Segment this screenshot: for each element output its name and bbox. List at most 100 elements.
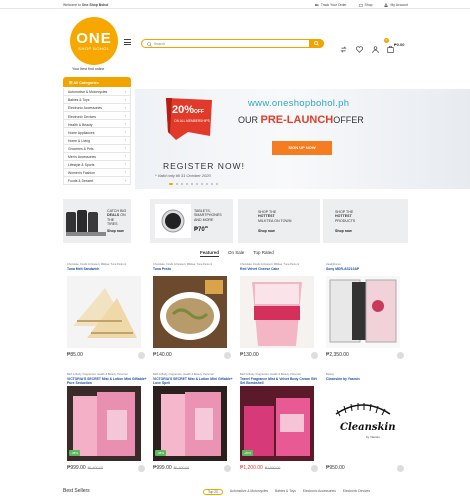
product-price: ₱130.00 — [240, 352, 259, 358]
cart-count-badge: 0 — [384, 38, 389, 43]
menu-icon[interactable] — [124, 39, 131, 45]
site-logo[interactable]: ONE SHOP BOHOL — [70, 17, 118, 65]
add-to-cart-icon[interactable] — [311, 352, 318, 359]
category-item[interactable]: Women's Fashion — [63, 168, 131, 178]
product-name[interactable]: Travel Fragrance Mist & Velvet Body Crea… — [240, 377, 320, 386]
hero-banner[interactable]: 20%OFF ON ALL MEMBERSHIPS REGISTER NOW! … — [135, 89, 470, 189]
shop-now-link[interactable]: Shop now — [107, 229, 124, 233]
add-to-cart-icon[interactable] — [138, 465, 145, 472]
product-price: ₱950.00 — [326, 465, 345, 471]
discount-value: 20%OFF — [172, 104, 205, 116]
product-name[interactable]: Red Velvet Cheese Cake — [240, 267, 320, 276]
category-item[interactable]: Lifestyle & Sports — [63, 160, 131, 169]
product-image[interactable] — [326, 276, 400, 348]
bag-icon — [358, 3, 363, 7]
tagline: Your best find online — [72, 67, 105, 71]
category-item[interactable]: Electronic Accessories — [63, 104, 131, 113]
product-name[interactable]: Tuna Pesto — [153, 267, 233, 276]
product-card[interactable]: Chocolate, Foods & Dessert, Milktea, Tun… — [153, 263, 233, 359]
tab-featured[interactable]: Featured — [200, 250, 220, 257]
truck-icon — [314, 3, 319, 6]
shop-link[interactable]: Shop — [358, 3, 372, 7]
my-account-link[interactable]: My Account — [384, 3, 408, 7]
category-item[interactable]: Groceries & Pets — [63, 144, 131, 153]
all-categories-header[interactable]: ☰ All Categories — [63, 77, 131, 87]
product-price: ₱2,350.00 — [326, 352, 349, 358]
category-item[interactable]: Home Appliances — [63, 128, 131, 137]
product-image[interactable]: -38% — [153, 386, 227, 461]
tab-babies-toys[interactable]: Babies & Toys — [275, 489, 296, 495]
product-name[interactable]: Cleanskin by Yasmin — [326, 377, 406, 386]
category-list: Automotive & Motorcycles Babies & Toys E… — [63, 88, 131, 186]
product-price: ₱85.00 — [67, 352, 83, 358]
product-price: ₱999.00 ₱1,600.00 — [67, 465, 104, 471]
add-to-cart-icon[interactable] — [397, 352, 404, 359]
promo-hottest[interactable]: SHOP THE HOTTEST PRODUCTS Shop now — [323, 199, 408, 243]
add-to-cart-icon[interactable] — [224, 352, 231, 359]
category-item[interactable]: Automotive & Motorcycles — [63, 88, 131, 97]
category-item[interactable]: Foods & Dessert — [63, 177, 131, 186]
add-to-cart-icon[interactable] — [397, 465, 404, 472]
product-price: ₱140.00 — [153, 352, 172, 358]
best-sellers-tabs: Top 20 Automotive & Motorcycles Babies &… — [203, 489, 370, 495]
site-url: www.oneshopbohol.ph — [248, 98, 350, 109]
add-to-cart-icon[interactable] — [224, 465, 231, 472]
product-image[interactable]: -20% — [240, 386, 314, 461]
product-card[interactable]: Bath & Body, Fragrances, Health & Beauty… — [67, 373, 147, 472]
search-bar[interactable]: Search — [141, 39, 324, 48]
valid-until-text: * Valid only till 31 October 2020 — [155, 173, 211, 178]
prelaunch-heading: OUR PRE-LAUNCHOFFER — [238, 114, 364, 126]
product-image[interactable] — [240, 276, 314, 348]
search-icon — [147, 41, 152, 47]
smartwatch-image — [155, 204, 191, 238]
category-item[interactable]: Home & Living — [63, 136, 131, 145]
category-item[interactable]: Health & Beauty — [63, 120, 131, 129]
product-card[interactable]: Bath & Body, Fragrances, Health & Beauty… — [240, 373, 320, 472]
category-item[interactable]: Babies & Toys — [63, 96, 131, 105]
tab-electronic-devices[interactable]: Electronic Devices — [343, 489, 370, 495]
product-card[interactable]: Chocolate, Foods & Dessert, Milktea, Tun… — [240, 263, 320, 359]
search-input[interactable]: Search — [154, 42, 165, 46]
add-to-cart-icon[interactable] — [311, 465, 318, 472]
product-name[interactable]: Sony MDR-AS210AP — [326, 267, 406, 276]
product-name[interactable]: VICTORIA'S SECRET Mist & Lotion Mini Gif… — [67, 377, 147, 386]
compare-icon[interactable] — [340, 40, 347, 53]
wishlist-icon[interactable] — [356, 40, 363, 53]
tab-top-20[interactable]: Top 20 — [203, 489, 223, 495]
promo-milktea[interactable]: SHOP THE HOTTEST MILKTEA ON TOWN Shop now — [238, 199, 320, 243]
welcome-text: Welcome to One Shop Bohol — [63, 2, 109, 7]
tires-image — [66, 210, 106, 236]
product-card[interactable]: Beauty Cleanskin by Yasmin Cleanskin by … — [326, 373, 406, 472]
track-order-link[interactable]: Track Your Order — [314, 3, 347, 7]
tab-electronic-accessories[interactable]: Electronic Accessories — [303, 489, 336, 495]
product-card[interactable]: Headphones Sony MDR-AS210AP ₱2,350.00 — [326, 263, 406, 359]
add-to-cart-icon[interactable] — [138, 352, 145, 359]
shop-now-link[interactable]: Shop now — [335, 229, 352, 233]
product-image[interactable] — [153, 276, 227, 348]
product-name[interactable]: Tuna Melt Sandwich — [67, 267, 147, 276]
signup-button[interactable]: SIGN UP NOW — [272, 141, 332, 155]
cart-total[interactable]: ₱0.00 — [394, 42, 404, 47]
promo-tires[interactable]: CATCH BIG DEALS ON THE TIRES Shop now — [63, 199, 131, 243]
search-button[interactable] — [309, 39, 324, 48]
product-card[interactable]: Chocolate, Foods & Dessert, Milktea, Tun… — [67, 263, 147, 359]
product-price: ₱999.00 ₱1,600.00 — [153, 465, 190, 471]
product-image[interactable]: Cleanskin by Yasmin — [326, 386, 400, 461]
product-image[interactable] — [67, 276, 141, 348]
cart-icon[interactable]: 0 — [384, 38, 394, 53]
category-item[interactable]: Electronic Devices — [63, 112, 131, 121]
promo-price: ₱7099 — [194, 225, 209, 233]
shop-now-link[interactable]: Shop now — [258, 229, 275, 233]
tab-on-sale[interactable]: On Sale — [228, 250, 244, 257]
promo-tablets[interactable]: TABLETS, SMARTPHONES AND MORE ₱7099 — [150, 199, 233, 243]
account-icon[interactable] — [372, 40, 379, 54]
product-card[interactable]: Bath & Body, Fragrances, Health & Beauty… — [153, 373, 233, 472]
product-image[interactable]: -38% — [67, 386, 141, 461]
cleanskin-logo: Cleanskin — [340, 422, 396, 433]
category-item[interactable]: Men's Accessories — [63, 152, 131, 161]
carousel-dots[interactable] — [169, 183, 218, 185]
tab-automotive[interactable]: Automotive & Motorcycles — [230, 489, 268, 495]
product-tabs: Featured On Sale Top Rated — [200, 250, 274, 257]
tab-top-rated[interactable]: Top Rated — [253, 250, 274, 257]
product-name[interactable]: VICTORIA'S SECRET Mist & Lotion Mini Gif… — [153, 377, 233, 386]
